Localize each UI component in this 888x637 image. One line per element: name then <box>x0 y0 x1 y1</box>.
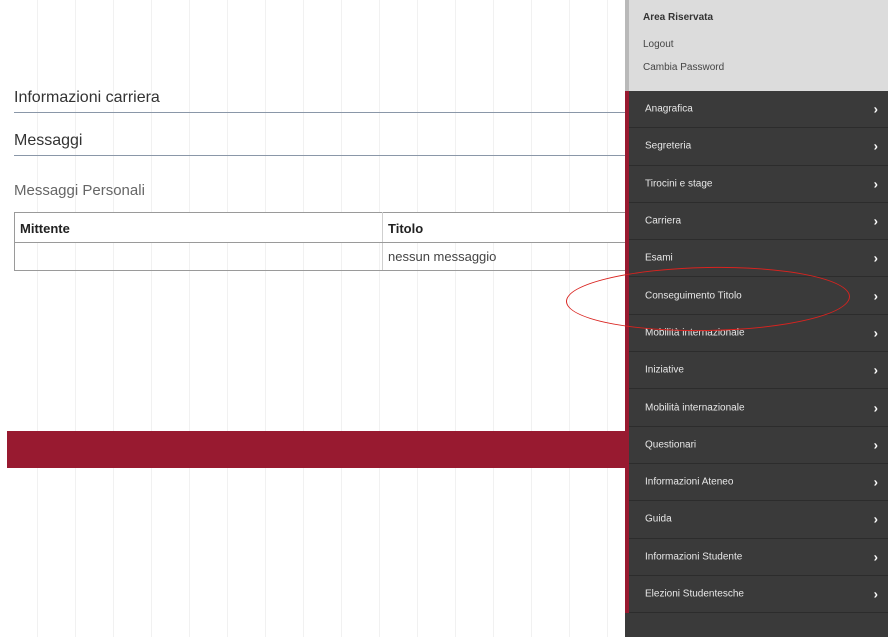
table-header-row: Mittente Titolo <box>14 212 625 243</box>
sidebar-item-label: Carriera <box>645 215 682 227</box>
sidebar-item-label: Mobilità internazionale <box>645 327 745 339</box>
logout-link[interactable]: Logout <box>643 39 674 50</box>
sidebar-item-segreteria[interactable]: Segreteria › <box>629 128 888 166</box>
chevron-right-icon: › <box>873 586 878 602</box>
chevron-right-icon: › <box>873 474 878 490</box>
sidebar-item-label: Iniziative <box>645 364 684 376</box>
chevron-right-icon: › <box>873 511 878 527</box>
chevron-right-icon: › <box>873 101 878 117</box>
section-messages-header[interactable]: Messaggi <box>14 132 625 156</box>
sidebar-item-conseguimento-titolo[interactable]: Conseguimento Titolo › <box>629 277 888 315</box>
main-content: Informazioni carriera Messaggi Messaggi … <box>0 0 625 637</box>
sidebar-menu: Anagrafica › Segreteria › Tirocini e stage… <box>625 91 888 614</box>
chevron-right-icon: › <box>873 213 878 229</box>
sidebar-item-label: Guida <box>645 513 672 525</box>
sidebar-item-elezioni-studentesche[interactable]: Elezioni Studentesche › <box>629 575 888 614</box>
chevron-right-icon: › <box>873 138 878 154</box>
sidebar-item-label: Informazioni Ateneo <box>645 476 734 488</box>
column-header-title[interactable]: Titolo <box>382 212 625 243</box>
table-row: nessun messaggio <box>14 242 625 271</box>
sidebar-item-label: Esami <box>645 252 673 264</box>
chevron-right-icon: › <box>873 362 878 378</box>
chevron-right-icon: › <box>873 250 878 266</box>
chevron-right-icon: › <box>873 325 878 341</box>
change-password-link[interactable]: Cambia Password <box>643 62 724 73</box>
sidebar-item-informazioni-ateneo[interactable]: Informazioni Ateneo › <box>629 463 888 502</box>
chevron-right-icon: › <box>873 549 878 565</box>
sidebar-item-questionari[interactable]: Questionari › <box>629 426 888 464</box>
sidebar-footer <box>625 616 888 637</box>
sidebar-item-mobilita-internazionale-2[interactable]: Mobilità internazionale › <box>629 389 888 427</box>
sidebar-item-mobilita-internazionale[interactable]: Mobilità internazionale › <box>629 314 888 353</box>
sidebar-item-label: Elezioni Studentesche <box>645 588 744 600</box>
sidebar-item-label: Anagrafica <box>645 103 693 115</box>
chevron-right-icon: › <box>873 437 878 453</box>
section-career-header[interactable]: Informazioni carriera <box>14 89 625 113</box>
sidebar-item-informazioni-studente[interactable]: Informazioni Studente › <box>629 538 888 576</box>
table-cell-sender <box>14 242 383 271</box>
sidebar-item-label: Mobilità internazionale <box>645 402 745 414</box>
sidebar-reserved-area: Area Riservata Logout Cambia Password <box>625 0 888 91</box>
chevron-right-icon: › <box>873 288 878 304</box>
sidebar-item-label: Informazioni Studente <box>645 551 743 563</box>
sidebar-item-guida[interactable]: Guida › <box>629 501 888 539</box>
sidebar-item-label: Questionari <box>645 439 697 451</box>
sidebar-item-tirocini[interactable]: Tirocini e stage › <box>629 165 888 203</box>
chevron-right-icon: › <box>873 176 878 192</box>
reserved-area-title: Area Riservata <box>643 12 714 23</box>
chevron-right-icon: › <box>873 400 878 416</box>
sidebar: Area Riservata Logout Cambia Password An… <box>625 0 888 637</box>
sidebar-item-esami[interactable]: Esami › <box>629 240 888 278</box>
sidebar-item-iniziative[interactable]: Iniziative › <box>629 352 888 390</box>
footer-band <box>7 431 625 468</box>
column-header-sender[interactable]: Mittente <box>14 212 383 243</box>
sidebar-item-anagrafica[interactable]: Anagrafica › <box>629 91 888 129</box>
sidebar-item-label: Tirocini e stage <box>645 178 713 190</box>
messages-subtitle: Messaggi Personali <box>14 182 145 199</box>
sidebar-item-label: Conseguimento Titolo <box>645 290 742 302</box>
sidebar-item-carriera[interactable]: Carriera › <box>629 202 888 241</box>
messages-table: Mittente Titolo nessun messaggio <box>14 212 625 271</box>
table-cell-title: nessun messaggio <box>382 242 625 271</box>
sidebar-item-label: Segreteria <box>645 140 692 152</box>
